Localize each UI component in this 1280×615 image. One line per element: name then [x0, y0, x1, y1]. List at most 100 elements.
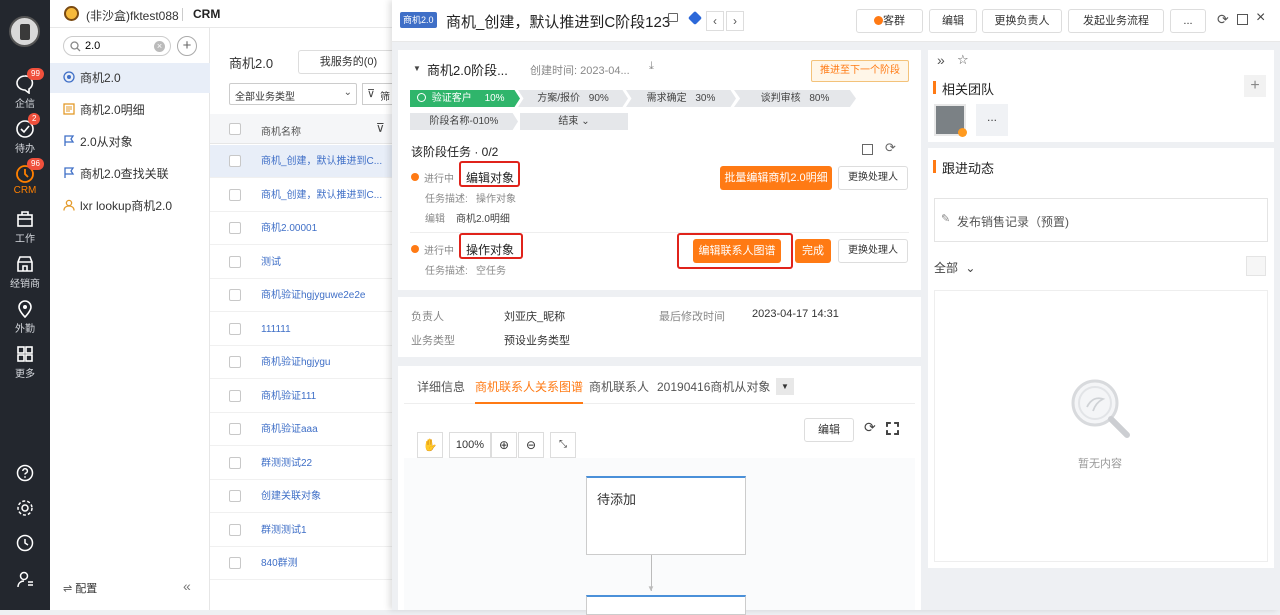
add-member-button[interactable]: +	[1244, 75, 1266, 97]
settings-gear-icon[interactable]	[16, 499, 34, 517]
row-checkbox[interactable]	[229, 557, 241, 569]
row-title[interactable]: 商机_创建，默认推进到C...	[261, 179, 387, 212]
prev-record-button[interactable]: ‹	[706, 11, 724, 31]
table-row[interactable]: 111111	[210, 313, 392, 346]
rail-item-field[interactable]: 外勤	[0, 299, 50, 335]
row-title[interactable]: 商机验证hgjygu	[261, 346, 387, 379]
graph-edit-button[interactable]: 编辑	[804, 418, 854, 442]
refresh-icon[interactable]: ⟳	[1217, 11, 1229, 28]
next-record-button[interactable]: ›	[726, 11, 744, 31]
row-title[interactable]: 测试	[261, 246, 387, 279]
nav-item-slave-object[interactable]: 2.0从对象	[50, 127, 210, 157]
filter-dropdown[interactable]: 全部 ⌄	[934, 259, 975, 276]
user-avatar[interactable]	[9, 16, 40, 47]
table-row[interactable]: 群测测试1	[210, 514, 392, 547]
row-checkbox[interactable]	[229, 423, 241, 435]
fullscreen-icon[interactable]	[886, 422, 899, 435]
filter-button[interactable]: ⊽ 筛	[362, 83, 396, 105]
help-icon[interactable]	[16, 464, 34, 482]
history-clock-icon[interactable]	[16, 534, 34, 552]
row-checkbox[interactable]	[229, 155, 241, 167]
org-name[interactable]: (非沙盒)fktest088	[86, 7, 179, 24]
row-title[interactable]: 商机2.00001	[261, 212, 387, 245]
pan-hand-button[interactable]: ✋	[417, 432, 443, 458]
rail-item-work[interactable]: 工作	[0, 209, 50, 245]
download-icon[interactable]: ⤓	[649, 60, 654, 73]
search-box[interactable]: ×	[63, 36, 171, 56]
row-title[interactable]: 群测测试22	[261, 447, 387, 480]
caret-down-icon[interactable]: ▼	[413, 64, 421, 73]
table-row[interactable]: 商机验证hgjygu	[210, 346, 392, 379]
nav-item-lookup[interactable]: 商机2.0查找关联	[50, 159, 210, 189]
rail-item-more[interactable]: 更多	[0, 344, 50, 380]
config-button[interactable]: ⇌ 配置	[63, 580, 97, 596]
stage-4[interactable]: 谈判审核 80%	[734, 90, 856, 107]
scope-button[interactable]: 我服务的(0)	[298, 50, 398, 74]
type-select[interactable]: 全部业务类型 ⌄	[229, 83, 357, 105]
table-row[interactable]: 测试	[210, 246, 392, 279]
post-record-input[interactable]: ✎ 发布销售记录（预置)	[934, 198, 1268, 242]
row-checkbox[interactable]	[229, 356, 241, 368]
row-checkbox[interactable]	[229, 322, 241, 335]
collapse-icon[interactable]: «	[183, 578, 191, 594]
stage-5[interactable]: 阶段名称-010%	[410, 113, 518, 130]
row-checkbox[interactable]	[229, 490, 241, 502]
graph-node[interactable]: 待添加	[586, 476, 746, 555]
stage-end[interactable]: 结束 ⌄	[520, 113, 628, 130]
advance-stage-button[interactable]: 推进至下一个阶段	[811, 60, 909, 82]
change-handler-button[interactable]: 更换处理人	[838, 166, 908, 190]
select-all-checkbox[interactable]	[229, 123, 241, 135]
owner-value[interactable]: 刘亚庆_昵称	[504, 308, 565, 324]
graph-node[interactable]	[586, 595, 746, 615]
customer-group-button[interactable]: 客群	[856, 9, 923, 33]
row-title[interactable]: 商机验证aaa	[261, 413, 387, 446]
table-row[interactable]: 创建关联对象	[210, 480, 392, 513]
clear-icon[interactable]: ×	[154, 41, 165, 52]
calendar-icon[interactable]	[862, 144, 873, 155]
tab-slave-object[interactable]: 20190416商机从对象	[657, 370, 770, 404]
nav-item-lxr-lookup[interactable]: lxr lookup商机2.0	[50, 191, 210, 221]
rail-item-todo[interactable]: 待办 2	[0, 113, 50, 155]
fit-view-button[interactable]: ⤡	[550, 432, 576, 458]
row-title[interactable]: 商机验证111	[261, 380, 387, 413]
star-icon[interactable]: ☆	[957, 52, 969, 68]
nav-item-opportunity-detail[interactable]: 商机2.0明细	[50, 95, 210, 125]
column-filter-icon[interactable]: ⊽	[376, 121, 385, 135]
table-row[interactable]: 商机验证hgjyguwe2e2e	[210, 279, 392, 312]
filter-options-icon[interactable]	[1246, 256, 1266, 276]
change-handler-button[interactable]: 更换处理人	[838, 239, 908, 263]
table-row[interactable]: 商机_创建，默认推进到C...	[210, 179, 392, 212]
maximize-icon[interactable]	[1237, 14, 1248, 25]
table-row[interactable]: 商机验证aaa	[210, 413, 392, 446]
stage-2[interactable]: 方案/报价 90%	[518, 90, 628, 107]
graph-canvas[interactable]: 待添加 ▼	[404, 458, 915, 615]
table-row[interactable]: 商机2.00001	[210, 212, 392, 245]
row-checkbox[interactable]	[229, 389, 241, 402]
expand-panel-icon[interactable]: »	[937, 52, 945, 68]
table-row[interactable]: 群测测试22	[210, 447, 392, 480]
team-member-avatar[interactable]	[934, 104, 967, 137]
lock-icon[interactable]	[668, 13, 678, 22]
zoom-out-button[interactable]: ⊖	[518, 432, 544, 458]
tag-icon[interactable]	[687, 10, 703, 26]
change-owner-button[interactable]: 更换负责人	[982, 9, 1062, 33]
row-title[interactable]: 创建关联对象	[261, 480, 387, 513]
add-icon[interactable]: +	[177, 36, 197, 56]
tab-details[interactable]: 详细信息	[417, 370, 465, 404]
row-title[interactable]: 群测测试1	[261, 514, 387, 547]
stage-3[interactable]: 需求确定 30%	[626, 90, 736, 107]
edit-button[interactable]: 编辑	[929, 9, 977, 33]
more-actions-button[interactable]: ...	[1170, 9, 1206, 33]
user-settings-icon[interactable]	[16, 570, 34, 588]
tabs-more-button[interactable]: ▼	[776, 378, 794, 395]
table-row[interactable]: 商机_创建，默认推进到C...	[210, 145, 392, 178]
close-icon[interactable]: ×	[1256, 9, 1265, 27]
stage-1[interactable]: 验证客户 10%	[410, 90, 520, 107]
rail-item-messages[interactable]: 企信 99	[0, 68, 50, 110]
tab-contact-graph[interactable]: 商机联系人关系图谱	[475, 370, 584, 404]
row-checkbox[interactable]	[229, 188, 241, 201]
row-checkbox[interactable]	[229, 255, 241, 268]
row-checkbox[interactable]	[229, 222, 241, 234]
refresh-icon[interactable]: ⟳	[864, 419, 876, 436]
row-title[interactable]: 111111	[261, 313, 387, 346]
